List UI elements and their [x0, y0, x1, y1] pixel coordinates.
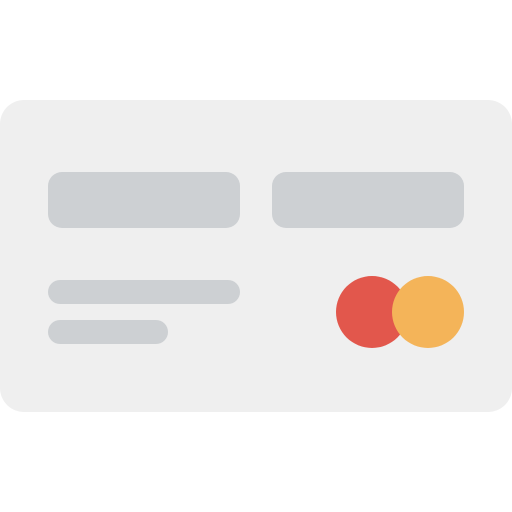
logo-circle-orange — [392, 276, 464, 348]
card-field-block-left — [48, 172, 240, 228]
card-text-line-short — [48, 320, 168, 344]
card-brand-logo — [336, 276, 464, 348]
card-field-block-right — [272, 172, 464, 228]
credit-card-icon — [0, 100, 512, 412]
card-text-line-long — [48, 280, 240, 304]
